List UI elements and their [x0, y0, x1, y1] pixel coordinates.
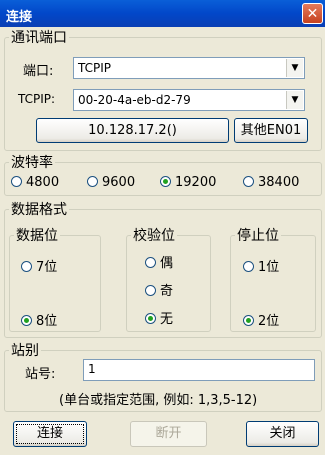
parity-none-label: 无	[160, 312, 174, 327]
connect-dialog: 连接 ✕ 通讯端口 端口: TCPIP ▼ TCPIP: 00-20-4a-eb…	[0, 0, 325, 455]
close-window-icon[interactable]: ✕	[302, 3, 323, 24]
baud-9600-label: 9600	[102, 175, 136, 190]
baud-19200-label: 19200	[175, 175, 217, 190]
other-en01-button[interactable]: 其他EN01	[234, 118, 308, 143]
station-number-input[interactable]: 1	[83, 359, 315, 381]
station-legend: 站别	[11, 343, 39, 359]
parity-none-radio[interactable]: 无	[145, 308, 173, 327]
close-button[interactable]: 关闭	[246, 421, 319, 447]
data-bits-7-radio[interactable]: 7位	[21, 256, 57, 275]
window-title: 连接	[6, 10, 33, 25]
parity-even-radio[interactable]: 偶	[145, 252, 173, 271]
port-select-value: TCPIP	[78, 61, 112, 75]
data-bits-7-label: 7位	[36, 260, 58, 275]
parity-odd-label: 奇	[160, 284, 174, 299]
baud-19200-radio[interactable]: 19200	[160, 175, 216, 190]
station-hint: (单台或指定范围, 例如: 1,3,5-12)	[59, 393, 258, 408]
data-format-legend: 数据格式	[11, 202, 67, 218]
connect-button[interactable]: 连接	[13, 421, 87, 447]
parity-legend: 校验位	[133, 228, 175, 244]
data-bits-legend: 数据位	[16, 228, 58, 244]
disconnect-button[interactable]: 断开	[130, 421, 207, 447]
stop-bits-2-radio[interactable]: 2位	[243, 310, 279, 329]
baud-rate-legend: 波特率	[11, 155, 53, 171]
data-bits-8-label: 8位	[36, 314, 58, 329]
port-label: 端口:	[23, 64, 54, 79]
baud-4800-label: 4800	[26, 175, 60, 190]
ip-address-button[interactable]: 10.128.17.2()	[36, 118, 229, 143]
baud-9600-radio[interactable]: 9600	[87, 175, 135, 190]
parity-even-label: 偶	[160, 256, 174, 271]
parity-odd-radio[interactable]: 奇	[145, 280, 173, 299]
stop-bits-2-label: 2位	[258, 314, 280, 329]
baud-38400-radio[interactable]: 38400	[243, 175, 299, 190]
stop-bits-1-radio[interactable]: 1位	[243, 256, 279, 275]
baud-4800-radio[interactable]: 4800	[11, 175, 59, 190]
data-bits-8-radio[interactable]: 8位	[21, 310, 57, 329]
tcpip-select-value: 00-20-4a-eb-d2-79	[78, 93, 191, 107]
comm-port-legend: 通讯端口	[11, 30, 67, 46]
tcpip-select[interactable]: 00-20-4a-eb-d2-79 ▼	[73, 89, 305, 111]
title-bar[interactable]: 连接 ✕	[0, 0, 325, 27]
station-number-label: 站号:	[25, 367, 56, 382]
stop-bits-1-label: 1位	[258, 260, 280, 275]
port-select[interactable]: TCPIP ▼	[73, 57, 305, 79]
stop-bits-legend: 停止位	[237, 228, 279, 244]
chevron-down-icon[interactable]: ▼	[286, 59, 303, 77]
chevron-down-icon[interactable]: ▼	[286, 91, 303, 109]
tcpip-label: TCPIP:	[18, 92, 56, 106]
baud-38400-label: 38400	[258, 175, 300, 190]
